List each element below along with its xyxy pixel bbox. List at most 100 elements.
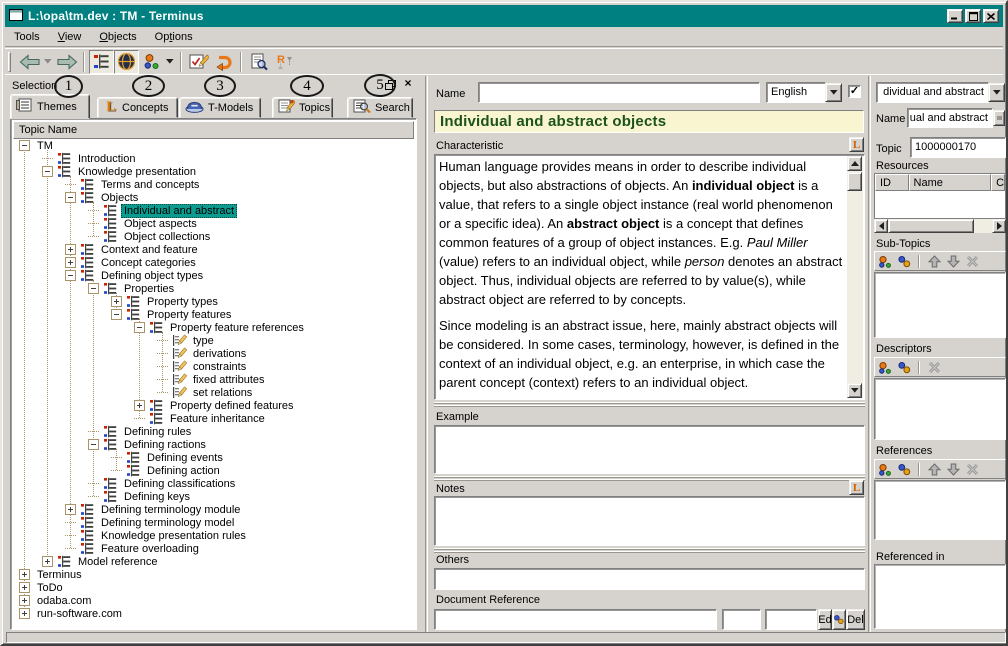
tree-item-label[interactable]: Property features xyxy=(144,309,234,321)
tab-tmodels[interactable]: T-Models xyxy=(179,97,261,118)
collapse-icon[interactable] xyxy=(42,166,53,177)
menu-tools[interactable]: Tools xyxy=(5,28,49,46)
tree-item-label[interactable]: Defining classifications xyxy=(121,478,238,490)
subtopics-list[interactable] xyxy=(874,272,1006,338)
menu-view[interactable]: View xyxy=(49,28,91,46)
app-icon[interactable] xyxy=(9,8,23,24)
tree-row[interactable]: Context and feature xyxy=(13,243,414,256)
dropdown-caret[interactable] xyxy=(164,50,176,74)
tree-row[interactable]: Properties xyxy=(13,282,414,295)
references-list[interactable] xyxy=(874,480,1006,540)
panel-splitter-right[interactable] xyxy=(868,76,871,632)
language-dropdown-button[interactable] xyxy=(825,83,842,102)
expand-icon[interactable] xyxy=(65,257,76,268)
tree-view-button[interactable] xyxy=(89,49,114,74)
tree-row[interactable]: constraints xyxy=(13,360,414,373)
resources-column-id[interactable]: ID xyxy=(875,174,909,191)
tree-item-label[interactable]: Concept categories xyxy=(98,257,199,269)
add-icon[interactable] xyxy=(877,360,893,374)
title-bar[interactable]: L:\opa\tm.dev : TM - Terminus xyxy=(5,5,1003,27)
maximize-button[interactable] xyxy=(965,9,981,23)
tab-themes[interactable]: Themes xyxy=(10,94,90,119)
tree-item-label[interactable]: Defining terminology module xyxy=(98,504,243,516)
tree-row[interactable]: Defining rules xyxy=(13,425,414,438)
delete-button[interactable]: Del xyxy=(846,609,865,630)
up-icon[interactable] xyxy=(926,254,942,268)
tree-item-label[interactable]: Defining events xyxy=(144,452,226,464)
tree-row[interactable]: fixed attributes xyxy=(13,373,414,386)
document-reference-page-input[interactable] xyxy=(722,609,761,630)
tree-item-label[interactable]: Knowledge presentation rules xyxy=(98,530,249,542)
close-button[interactable] xyxy=(983,9,999,23)
link-icon[interactable] xyxy=(896,360,912,374)
tree-item-label[interactable]: Defining rules xyxy=(121,426,194,438)
tree-row[interactable]: Property types xyxy=(13,295,414,308)
tree-row[interactable]: Defining keys xyxy=(13,490,414,503)
tab-search[interactable]: Search xyxy=(347,97,413,118)
expand-icon[interactable] xyxy=(65,244,76,255)
tree-item-label[interactable]: Introduction xyxy=(75,153,138,165)
language-checkbox[interactable]: ✓ xyxy=(848,85,861,98)
tree-row[interactable]: type xyxy=(13,334,414,347)
tree-row[interactable]: Knowledge presentation xyxy=(13,165,414,178)
menu-options[interactable]: Options xyxy=(146,28,202,46)
down-icon[interactable] xyxy=(945,254,961,268)
others-input[interactable] xyxy=(434,568,865,590)
tree-row[interactable]: Knowledge presentation rules xyxy=(13,529,414,542)
tree-item-label[interactable]: Defining terminology model xyxy=(98,517,237,529)
expand-icon[interactable] xyxy=(19,582,30,593)
characteristic-language-icon[interactable]: L xyxy=(849,137,864,152)
example-textarea[interactable] xyxy=(434,425,865,474)
minimize-button[interactable] xyxy=(947,9,963,23)
tree-row[interactable]: Property feature references xyxy=(13,321,414,334)
section-splitter[interactable] xyxy=(434,548,865,554)
collapse-icon[interactable] xyxy=(65,270,76,281)
tree-item-label[interactable]: Property types xyxy=(144,296,221,308)
link-icon[interactable] xyxy=(896,254,912,268)
tree-item-label[interactable]: Terminus xyxy=(34,569,85,581)
tree-row[interactable]: Individual and abstract xyxy=(13,203,414,218)
tree-row[interactable]: Defining terminology module xyxy=(13,503,414,516)
tree-item-label[interactable]: derivations xyxy=(190,348,249,360)
tree-item-label[interactable]: Feature inheritance xyxy=(167,413,268,425)
tree-item-label[interactable]: Object collections xyxy=(121,231,213,243)
collapse-icon[interactable] xyxy=(88,439,99,450)
characteristic-scrollbar[interactable] xyxy=(847,156,863,398)
document-link-icon[interactable] xyxy=(832,609,846,630)
tree-item-label[interactable]: Individual and abstract xyxy=(121,203,238,218)
tree-row[interactable]: Feature inheritance xyxy=(13,412,414,425)
tree-item-label[interactable]: TM xyxy=(34,140,56,152)
expand-icon[interactable] xyxy=(19,608,30,619)
scroll-up-icon[interactable] xyxy=(847,156,862,171)
collapse-icon[interactable] xyxy=(88,283,99,294)
tree-item-label[interactable]: odaba.com xyxy=(34,595,94,607)
topic-combo-dropdown-button[interactable] xyxy=(988,83,1005,102)
descriptors-list[interactable] xyxy=(874,378,1006,440)
tree-row[interactable]: Object aspects xyxy=(13,217,414,230)
delete-icon[interactable] xyxy=(964,462,980,476)
edit-topic-button[interactable] xyxy=(186,50,211,74)
section-splitter[interactable] xyxy=(434,476,865,482)
tree-item-label[interactable]: run-software.com xyxy=(34,608,125,620)
expand-icon[interactable] xyxy=(65,504,76,515)
preview-button[interactable] xyxy=(246,50,271,74)
tree-item-label[interactable]: Model reference xyxy=(75,556,161,568)
tree-row[interactable]: Defining classifications xyxy=(13,477,414,490)
tree-row[interactable]: Property defined features xyxy=(13,399,414,412)
tree-row[interactable]: Property features xyxy=(13,308,414,321)
expand-icon[interactable] xyxy=(19,569,30,580)
delete-icon[interactable] xyxy=(926,360,942,374)
collapse-icon[interactable] xyxy=(111,309,122,320)
tree-row[interactable]: Defining ractions xyxy=(13,438,414,451)
scrollbar-thumb[interactable] xyxy=(888,219,974,233)
details-name-more-button[interactable] xyxy=(993,110,1005,126)
document-reference-extra-input[interactable] xyxy=(765,609,817,630)
globe-button[interactable] xyxy=(114,49,139,74)
tree-row[interactable]: Concept categories xyxy=(13,256,414,269)
notes-language-icon[interactable]: L xyxy=(849,480,864,495)
tree-row[interactable]: Defining terminology model xyxy=(13,516,414,529)
tree-row[interactable]: Feature overloading xyxy=(13,542,414,555)
resources-hscrollbar[interactable] xyxy=(874,219,1006,233)
resources-column-c[interactable]: C xyxy=(991,174,1005,191)
panel-splitter-left[interactable] xyxy=(425,76,428,632)
